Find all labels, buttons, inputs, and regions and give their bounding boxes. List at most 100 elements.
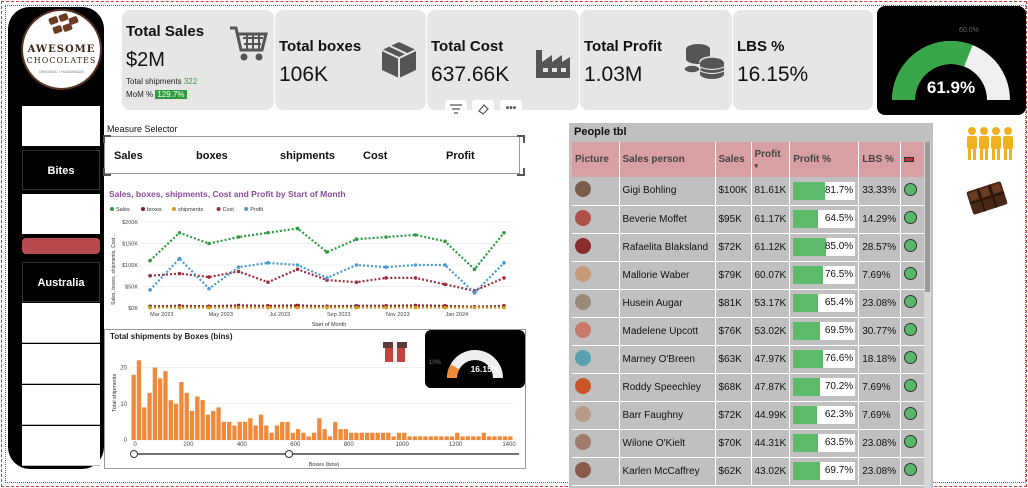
histogram-bar xyxy=(481,432,486,440)
col-lbs-pct[interactable]: LBS % xyxy=(858,142,902,177)
avatar-cell xyxy=(572,205,620,234)
status-dot xyxy=(904,323,918,336)
table-row[interactable]: Madelene Upcott $76K 53.02K 69.5% 30.77% xyxy=(572,317,926,346)
series-point xyxy=(354,280,359,284)
col-sales-person[interactable]: Sales person xyxy=(619,142,716,177)
profit-cell: 81.61K xyxy=(751,177,791,206)
kpi-boxes-title: Total boxes xyxy=(279,38,362,55)
histogram-bar xyxy=(216,407,221,440)
histogram-bar xyxy=(152,367,158,440)
table-row[interactable]: Karlen McCaffrey $62K 43.02K 69.7% 23.08… xyxy=(572,457,926,486)
status-dot xyxy=(904,182,918,196)
status-cell xyxy=(900,373,926,402)
sales-person-name: Marney O'Breen xyxy=(619,345,716,374)
table-row[interactable]: Husein Augar $81K 53.17K 65.4% 23.08% xyxy=(572,289,926,318)
avatar-cell xyxy=(572,261,620,290)
profit-pct-bar: 76.6% xyxy=(793,350,856,368)
histogram-bar xyxy=(147,392,152,440)
product-filter[interactable]: Bites xyxy=(22,150,100,190)
series-point xyxy=(413,276,418,280)
slicer-slot-3[interactable] xyxy=(22,303,100,343)
col-status[interactable] xyxy=(900,142,926,177)
table-scrollbar[interactable] xyxy=(924,142,931,488)
hist-xtick: 600 xyxy=(290,442,301,448)
table-row[interactable]: Barr Faughny $72K 44.99K 62.3% 7.69% xyxy=(572,401,926,430)
scrollbar-thumb[interactable] xyxy=(925,142,930,292)
slicer-slot-1[interactable] xyxy=(22,106,100,146)
hist-xtick: 1000 xyxy=(395,442,409,448)
hist-ytick: 10 xyxy=(120,402,127,408)
table-row[interactable]: Beverie Moffet $95K 61.17K 64.5% 14.29% xyxy=(572,205,926,234)
sales-person-name: Madelene Upcott xyxy=(619,317,716,346)
country-filter[interactable]: Australia xyxy=(22,262,100,302)
table-row[interactable]: Gigi Bohling $100K 81.61K 81.7% 33.33% xyxy=(572,177,926,206)
histogram-bar xyxy=(428,436,433,440)
series-point xyxy=(177,230,182,235)
slicer-slot-5[interactable] xyxy=(22,385,100,425)
slicer-slot-2[interactable] xyxy=(22,194,100,234)
kpi-sales-title: Total Sales xyxy=(126,23,205,40)
legend-label-0: Sales xyxy=(116,207,130,213)
histogram-bar xyxy=(460,436,465,440)
filter-icon[interactable] xyxy=(445,100,467,118)
status-dot xyxy=(904,379,918,392)
hist-ytick: 20 xyxy=(120,366,127,372)
sales-cell: $68K xyxy=(715,373,752,402)
table-row[interactable]: Roddy Speechley $68K 47.87K 70.2% 7.69% xyxy=(572,373,926,402)
more-options-icon[interactable]: ••• xyxy=(500,100,522,118)
col-picture[interactable]: Picture xyxy=(572,142,620,177)
table-row[interactable]: Mallorie Waber $79K 60.07K 76.5% 7.69% xyxy=(572,261,926,290)
measure-option-shipments[interactable]: shipments xyxy=(280,150,335,162)
col-sales[interactable]: Sales xyxy=(715,142,752,177)
kpi-profit-value: 1.03M xyxy=(584,63,643,86)
series-point xyxy=(236,235,241,239)
histogram-bar xyxy=(407,436,412,440)
avatar-cell xyxy=(572,317,620,346)
table-row[interactable]: Marney O'Breen $63K 47.97K 76.6% 18.18% xyxy=(572,345,926,374)
series-point xyxy=(413,305,418,310)
eraser-icon[interactable] xyxy=(472,100,494,118)
histogram-bar xyxy=(274,425,280,440)
histogram-bar xyxy=(195,396,200,440)
profit-pct-bar: 76.5% xyxy=(793,266,856,284)
col-profit-pct[interactable]: Profit % xyxy=(789,142,860,177)
avatar xyxy=(575,461,591,478)
slicer-active-bar[interactable] xyxy=(22,238,100,254)
range-slider-end-handle[interactable] xyxy=(285,450,293,458)
series-point xyxy=(266,261,270,265)
profit-pct-cell: 85.0% xyxy=(789,233,860,262)
avatar-cell xyxy=(572,457,620,486)
slicer-slot-6[interactable] xyxy=(22,426,100,466)
histogram-bar xyxy=(227,421,232,440)
profit-cell: 53.17K xyxy=(751,289,791,318)
range-slider-start-handle[interactable] xyxy=(130,450,138,458)
sales-cell: $72K xyxy=(715,233,752,262)
kpi-card-profit: Total Profit 1.03M xyxy=(580,10,732,110)
measure-option-boxes[interactable]: boxes xyxy=(196,150,228,162)
histogram-bar xyxy=(439,436,444,440)
measure-option-cost[interactable]: Cost xyxy=(363,150,387,162)
table-row[interactable]: Rafaelita Blaksland $72K 61.12K 85.0% 28… xyxy=(572,233,926,262)
histogram-bar xyxy=(211,411,216,440)
histogram-bar xyxy=(423,436,428,440)
slicer-slot-4[interactable] xyxy=(22,344,100,384)
sales-person-name: Mallorie Waber xyxy=(619,261,716,290)
profit-cell: 44.99K xyxy=(751,401,791,430)
kpi-profit-title: Total Profit xyxy=(584,38,663,55)
measure-option-sales[interactable]: Sales xyxy=(114,150,143,162)
status-dot xyxy=(904,463,918,476)
coins-icon xyxy=(683,44,725,79)
status-dot xyxy=(904,407,918,420)
gauge-graphic: 60.0% 61.9% xyxy=(892,27,1010,100)
col-profit[interactable]: Profit ▾ xyxy=(751,142,791,177)
mini-gauge: 10% 16.15% xyxy=(425,330,525,388)
series-point xyxy=(472,305,477,310)
histogram-bar xyxy=(433,436,439,440)
shopping-cart-icon xyxy=(230,26,268,61)
measure-option-profit[interactable]: Profit xyxy=(446,150,475,162)
gauge-value: 61.9% xyxy=(927,78,975,97)
line-ytick: $150K xyxy=(122,242,138,248)
profit-pct-bar: 69.5% xyxy=(793,322,856,340)
avatar xyxy=(575,237,591,254)
table-row[interactable]: Wilone O'Kielt $70K 44.31K 63.5% 23.08% xyxy=(572,429,926,458)
